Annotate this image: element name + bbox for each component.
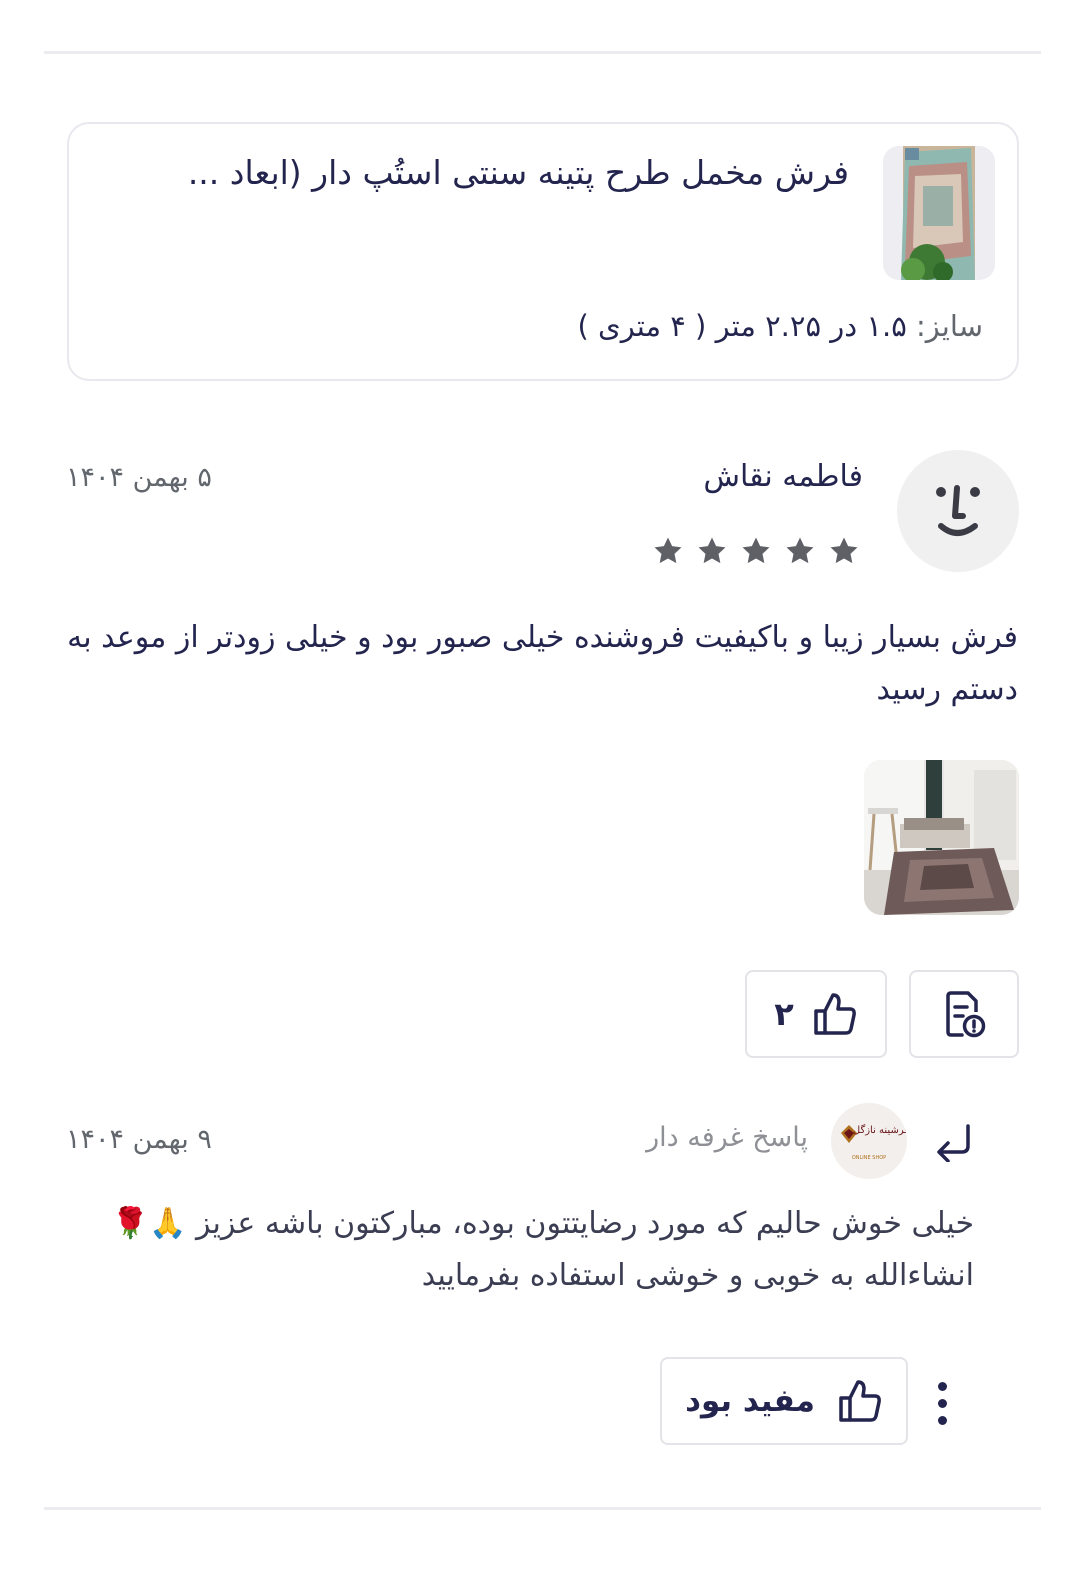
product-thumbnail[interactable]: [883, 146, 995, 280]
shop-logo-icon: فرشینه نازگل ONLINE SHOP: [831, 1103, 907, 1179]
star-icon: [734, 530, 778, 572]
star-icon: [690, 530, 734, 572]
reviewer-avatar: [897, 450, 1019, 572]
review-photo[interactable]: [864, 760, 1019, 915]
rug-image-icon: [883, 146, 995, 280]
product-card[interactable]: فرش مخمل طرح پتینه سنتی استُپ دار (ابعاد…: [67, 122, 1019, 381]
size-label: سایز:: [916, 309, 983, 343]
review-text: فرش بسیار زیبا و باکیفیت فروشنده خیلی صب…: [67, 620, 1018, 707]
like-button[interactable]: ۲: [745, 970, 887, 1058]
review-date: ۵ بهمن ۱۴۰۴: [66, 462, 212, 493]
like-count: ۲: [774, 995, 794, 1033]
size-value: ۱.۵ در ۲.۲۵ متر ( ۴ متری ): [577, 309, 917, 343]
star-icon: [822, 530, 866, 572]
product-title[interactable]: فرش مخمل طرح پتینه سنتی استُپ دار (ابعاد…: [109, 150, 849, 196]
more-dot: [937, 1415, 947, 1425]
reply-arrow-icon: [934, 1122, 974, 1163]
customer-room-photo-icon: [864, 760, 1019, 915]
bottom-divider: [44, 1507, 1041, 1510]
star-icon: [646, 530, 690, 572]
reviewer-name: فاطمه نقاش: [703, 459, 863, 494]
reply-label: پاسخ غرفه دار: [646, 1122, 808, 1153]
star-icon: [778, 530, 822, 572]
star-rating: [646, 530, 866, 572]
more-options-button[interactable]: [922, 1378, 962, 1428]
svg-text:ONLINE SHOP: ONLINE SHOP: [852, 1155, 886, 1161]
face-avatar-icon: [936, 485, 980, 536]
more-dot: [937, 1398, 947, 1408]
helpful-label: مفید بود: [685, 1383, 815, 1419]
helpful-button[interactable]: مفید بود: [660, 1357, 908, 1445]
more-dot: [937, 1381, 947, 1391]
thumbs-up-icon: [814, 993, 856, 1035]
reply-date: ۹ بهمن ۱۴۰۴: [66, 1124, 212, 1155]
top-divider: [44, 51, 1041, 54]
report-button[interactable]: [909, 970, 1019, 1058]
svg-text:فرشینه نازگل: فرشینه نازگل: [853, 1124, 907, 1136]
review-page: فرش مخمل طرح پتینه سنتی استُپ دار (ابعاد…: [0, 0, 1080, 1583]
product-size: سایز: ۱.۵ در ۲.۲۵ متر ( ۴ متری ): [578, 304, 983, 348]
reply-text: خیلی خوش حالیم که مورد رضایتتون بوده، مب…: [111, 1206, 974, 1293]
shop-logo[interactable]: فرشینه نازگل ONLINE SHOP: [831, 1103, 907, 1179]
report-icon: [946, 991, 986, 1038]
thumbs-up-icon: [839, 1380, 881, 1422]
